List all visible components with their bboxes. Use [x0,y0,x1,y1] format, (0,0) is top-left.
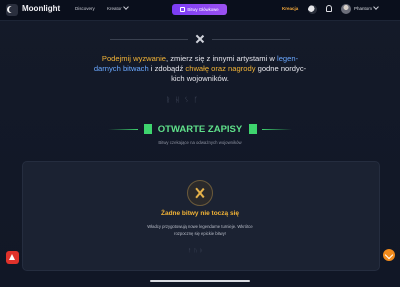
green-block-right [249,124,257,134]
scroll-top-button[interactable] [383,249,395,261]
alert-button[interactable] [6,251,19,264]
rune-decoration: ᚱᚺᛊᚴ [166,96,203,104]
hero-highlight-glory: chwałę oraz nagrody [185,64,256,73]
green-line-right [262,129,292,130]
chevron-down-icon [373,4,379,10]
warning-icon [9,254,15,260]
section-title: OTWARTE ZAPISY [157,124,243,135]
hero-text-part: godne nordyc- [255,64,307,73]
bell-icon[interactable] [326,5,332,12]
page: Moonlight Discovery Kreator Bitwy Główko… [0,0,400,287]
rune-decoration: ᚠᚢᚦ [188,248,207,254]
section-subtitle: Bitwy czekające na odważnych wojowników [158,140,242,145]
hero-text: Podejmij wyzwanie, zmierz się z innymi a… [70,54,330,84]
empty-state-description: Władcy przygotowują nowe legendarne turn… [130,224,270,237]
home-indicator [150,280,250,282]
hero-text-part: i zdobądź [148,64,186,73]
theme-toggle-icon[interactable] [308,5,317,14]
arrow-icon [384,250,394,260]
bitwy-button-label: Bitwy Główkowe [187,7,219,12]
empty-state-desc-line: Władcy przygotowują nowe legendarne turn… [147,224,253,229]
nav-kreator[interactable]: Kreator [107,4,129,11]
top-navbar: Moonlight Discovery Kreator Bitwy Główko… [0,0,400,21]
crossed-swords-icon [187,180,213,206]
nav-discovery[interactable]: Discovery [75,6,95,11]
battle-icon [180,7,186,13]
nav-kreator-label: Kreator [107,6,122,11]
avatar[interactable] [341,4,351,14]
hero-highlight-battles: darnych bitwach [93,64,149,73]
chevron-down-icon [122,4,129,10]
kreacja-link[interactable]: Kreacja [282,6,298,11]
user-name: Phantom [354,6,373,11]
crossed-swords-icon [195,34,205,44]
empty-state-title: Żadne bitwy nie toczą się [160,210,240,217]
empty-state-desc-line: rozpocznę się epickie bitwy! [174,230,226,236]
hero-highlight-challenge: Podejmij wyzwanie [101,54,167,63]
bitwy-button[interactable]: Bitwy Główkowe [172,4,227,15]
green-line-left [108,129,138,130]
divider-left [110,39,188,40]
user-menu[interactable]: Phantom [354,4,379,11]
hero-text-part: kich wojowników. [171,74,229,83]
brand-name[interactable]: Moonlight [22,4,60,13]
moon-logo-icon[interactable] [6,4,18,16]
hero-text-part: , zmierz się z innymi artystami w [166,54,278,63]
hero-highlight-legendary: legen- [277,54,299,63]
divider-right [212,39,290,40]
